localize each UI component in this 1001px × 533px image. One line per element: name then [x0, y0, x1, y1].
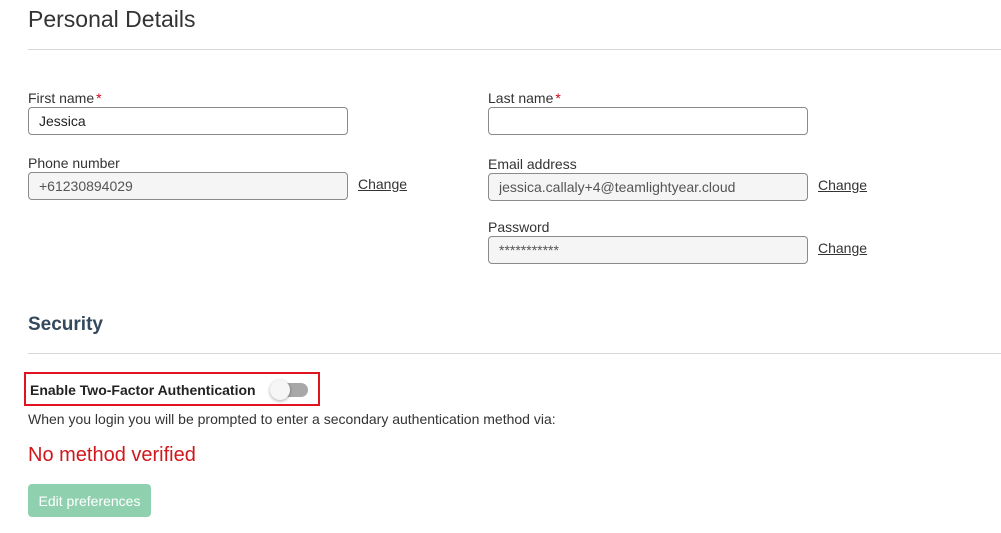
phone-change-link[interactable]: Change: [358, 176, 407, 192]
email-label: Email address: [488, 156, 577, 172]
security-title: Security: [28, 314, 103, 335]
password-input: [488, 236, 808, 264]
personal-details-title: Personal Details: [28, 6, 196, 32]
last-name-label-text: Last name: [488, 90, 554, 106]
email-input: [488, 173, 808, 201]
first-name-label-text: First name: [28, 90, 95, 106]
edit-preferences-button[interactable]: Edit preferences: [28, 484, 151, 517]
personal-details-divider: [28, 49, 1001, 50]
tfa-description: When you login you will be prompted to e…: [28, 411, 556, 427]
no-method-status: No method verified: [28, 444, 196, 466]
tfa-label: Enable Two-Factor Authentication: [30, 382, 256, 398]
required-marker: *: [96, 90, 102, 106]
settings-page: Personal Details First name* Last name* …: [0, 0, 1001, 533]
password-label: Password: [488, 219, 550, 235]
security-divider: [28, 353, 1001, 354]
phone-label: Phone number: [28, 155, 120, 171]
first-name-input[interactable]: [28, 107, 348, 135]
phone-input: [28, 172, 348, 200]
toggle-off-icon: [270, 380, 290, 400]
email-change-link[interactable]: Change: [818, 177, 867, 193]
last-name-input[interactable]: [488, 107, 808, 135]
last-name-label: Last name *: [488, 90, 561, 106]
tfa-toggle[interactable]: [270, 380, 308, 400]
tfa-highlight-box: Enable Two-Factor Authentication: [24, 372, 320, 406]
password-change-link[interactable]: Change: [818, 240, 867, 256]
required-marker: *: [555, 90, 561, 106]
first-name-label: First name *: [28, 90, 102, 106]
